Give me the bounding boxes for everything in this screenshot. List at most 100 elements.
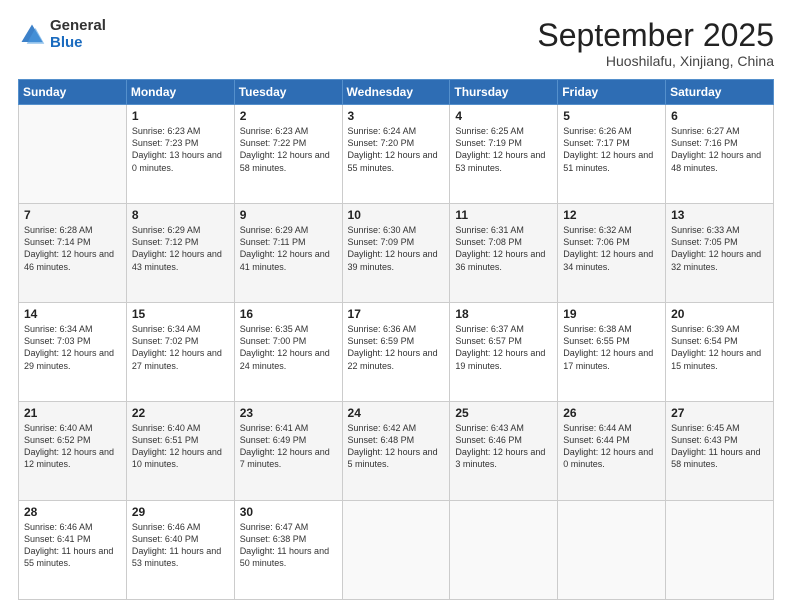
- cell-info: Sunrise: 6:46 AMSunset: 6:41 PMDaylight:…: [24, 521, 121, 570]
- day-number: 8: [132, 208, 229, 222]
- cell-info: Sunrise: 6:42 AMSunset: 6:48 PMDaylight:…: [348, 422, 445, 471]
- cell-info: Sunrise: 6:43 AMSunset: 6:46 PMDaylight:…: [455, 422, 552, 471]
- calendar-cell: 6 Sunrise: 6:27 AMSunset: 7:16 PMDaylight…: [666, 105, 774, 204]
- day-number: 15: [132, 307, 229, 321]
- logo-icon: [18, 21, 46, 49]
- title-block: September 2025 Huoshilafu, Xinjiang, Chi…: [537, 18, 774, 69]
- day-number: 7: [24, 208, 121, 222]
- calendar-cell: 30Sunrise: 6:47 AMSunset: 6:38 PMDayligh…: [234, 501, 342, 600]
- calendar-cell: 1 Sunrise: 6:23 AMSunset: 7:23 PMDaylight…: [126, 105, 234, 204]
- day-header-thursday: Thursday: [450, 80, 558, 105]
- calendar-cell: 18Sunrise: 6:37 AMSunset: 6:57 PMDayligh…: [450, 303, 558, 402]
- calendar-cell: 20 Sunrise: 6:39 AMSunset: 6:54 PMDayligh…: [666, 303, 774, 402]
- calendar-cell: [450, 501, 558, 600]
- day-number: 9: [240, 208, 337, 222]
- day-number: 26: [563, 406, 660, 420]
- calendar-cell: 29Sunrise: 6:46 AMSunset: 6:40 PMDayligh…: [126, 501, 234, 600]
- cell-info: Sunrise: 6:25 AMSunset: 7:19 PMDaylight:…: [455, 125, 552, 174]
- cell-info: Sunrise: 6:34 AMSunset: 7:03 PMDaylight:…: [24, 323, 121, 372]
- day-number: 14: [24, 307, 121, 321]
- day-number: 10: [348, 208, 445, 222]
- logo: General Blue: [18, 18, 106, 51]
- cell-info: Sunrise: 6:26 AMSunset: 7:17 PMDaylight:…: [563, 125, 660, 174]
- location-subtitle: Huoshilafu, Xinjiang, China: [537, 53, 774, 69]
- cell-info: Sunrise: 6:29 AMSunset: 7:11 PMDaylight:…: [240, 224, 337, 273]
- day-header-friday: Friday: [558, 80, 666, 105]
- cell-info: Sunrise: 6:40 AMSunset: 6:52 PMDaylight:…: [24, 422, 121, 471]
- cell-info: Sunrise: 6:32 AMSunset: 7:06 PMDaylight:…: [563, 224, 660, 273]
- calendar-cell: [558, 501, 666, 600]
- calendar-table: SundayMondayTuesdayWednesdayThursdayFrid…: [18, 79, 774, 600]
- cell-info: Sunrise: 6:45 AMSunset: 6:43 PMDaylight:…: [671, 422, 768, 471]
- page: General Blue September 2025 Huoshilafu, …: [0, 0, 792, 612]
- day-header-monday: Monday: [126, 80, 234, 105]
- cell-info: Sunrise: 6:40 AMSunset: 6:51 PMDaylight:…: [132, 422, 229, 471]
- day-number: 24: [348, 406, 445, 420]
- day-number: 23: [240, 406, 337, 420]
- calendar-cell: 9 Sunrise: 6:29 AMSunset: 7:11 PMDaylight…: [234, 204, 342, 303]
- cell-info: Sunrise: 6:34 AMSunset: 7:02 PMDaylight:…: [132, 323, 229, 372]
- cell-info: Sunrise: 6:29 AMSunset: 7:12 PMDaylight:…: [132, 224, 229, 273]
- cell-info: Sunrise: 6:24 AMSunset: 7:20 PMDaylight:…: [348, 125, 445, 174]
- calendar-cell: 4 Sunrise: 6:25 AMSunset: 7:19 PMDaylight…: [450, 105, 558, 204]
- cell-info: Sunrise: 6:44 AMSunset: 6:44 PMDaylight:…: [563, 422, 660, 471]
- day-number: 27: [671, 406, 768, 420]
- calendar-cell: 3 Sunrise: 6:24 AMSunset: 7:20 PMDaylight…: [342, 105, 450, 204]
- calendar-cell: 21 Sunrise: 6:40 AMSunset: 6:52 PMDayligh…: [19, 402, 127, 501]
- calendar-cell: 14 Sunrise: 6:34 AMSunset: 7:03 PMDayligh…: [19, 303, 127, 402]
- cell-info: Sunrise: 6:39 AMSunset: 6:54 PMDaylight:…: [671, 323, 768, 372]
- month-title: September 2025: [537, 18, 774, 53]
- calendar-cell: 23 Sunrise: 6:41 AMSunset: 6:49 PMDayligh…: [234, 402, 342, 501]
- day-number: 16: [240, 307, 337, 321]
- calendar-week-2: 7 Sunrise: 6:28 AMSunset: 7:14 PMDaylight…: [19, 204, 774, 303]
- day-number: 11: [455, 208, 552, 222]
- cell-info: Sunrise: 6:46 AMSunset: 6:40 PMDaylight:…: [132, 521, 229, 570]
- calendar-cell: [342, 501, 450, 600]
- cell-info: Sunrise: 6:30 AMSunset: 7:09 PMDaylight:…: [348, 224, 445, 273]
- day-number: 4: [455, 109, 552, 123]
- calendar-cell: 13Sunrise: 6:33 AMSunset: 7:05 PMDayligh…: [666, 204, 774, 303]
- cell-info: Sunrise: 6:23 AMSunset: 7:22 PMDaylight:…: [240, 125, 337, 174]
- calendar-cell: 7 Sunrise: 6:28 AMSunset: 7:14 PMDaylight…: [19, 204, 127, 303]
- day-number: 20: [671, 307, 768, 321]
- day-number: 12: [563, 208, 660, 222]
- day-number: 5: [563, 109, 660, 123]
- cell-info: Sunrise: 6:28 AMSunset: 7:14 PMDaylight:…: [24, 224, 121, 273]
- logo-general-label: General: [50, 18, 106, 35]
- header: General Blue September 2025 Huoshilafu, …: [18, 18, 774, 69]
- day-header-wednesday: Wednesday: [342, 80, 450, 105]
- day-header-row: SundayMondayTuesdayWednesdayThursdayFrid…: [19, 80, 774, 105]
- day-number: 17: [348, 307, 445, 321]
- calendar-cell: 27 Sunrise: 6:45 AMSunset: 6:43 PMDayligh…: [666, 402, 774, 501]
- calendar-cell: 22Sunrise: 6:40 AMSunset: 6:51 PMDayligh…: [126, 402, 234, 501]
- calendar-cell: 2Sunrise: 6:23 AMSunset: 7:22 PMDaylight…: [234, 105, 342, 204]
- calendar-cell: 15 Sunrise: 6:34 AMSunset: 7:02 PMDayligh…: [126, 303, 234, 402]
- day-header-tuesday: Tuesday: [234, 80, 342, 105]
- calendar-week-3: 14 Sunrise: 6:34 AMSunset: 7:03 PMDayligh…: [19, 303, 774, 402]
- cell-info: Sunrise: 6:33 AMSunset: 7:05 PMDaylight:…: [671, 224, 768, 273]
- day-header-sunday: Sunday: [19, 80, 127, 105]
- day-number: 21: [24, 406, 121, 420]
- day-number: 3: [348, 109, 445, 123]
- calendar-cell: 10 Sunrise: 6:30 AMSunset: 7:09 PMDayligh…: [342, 204, 450, 303]
- calendar-header: SundayMondayTuesdayWednesdayThursdayFrid…: [19, 80, 774, 105]
- day-number: 30: [240, 505, 337, 519]
- calendar-body: 1 Sunrise: 6:23 AMSunset: 7:23 PMDaylight…: [19, 105, 774, 600]
- calendar-cell: 11 Sunrise: 6:31 AMSunset: 7:08 PMDayligh…: [450, 204, 558, 303]
- cell-info: Sunrise: 6:31 AMSunset: 7:08 PMDaylight:…: [455, 224, 552, 273]
- logo-blue-label: Blue: [50, 35, 106, 52]
- day-number: 1: [132, 109, 229, 123]
- day-number: 19: [563, 307, 660, 321]
- calendar-cell: 12 Sunrise: 6:32 AMSunset: 7:06 PMDayligh…: [558, 204, 666, 303]
- calendar-cell: 5 Sunrise: 6:26 AMSunset: 7:17 PMDaylight…: [558, 105, 666, 204]
- calendar-week-5: 28Sunrise: 6:46 AMSunset: 6:41 PMDayligh…: [19, 501, 774, 600]
- cell-info: Sunrise: 6:41 AMSunset: 6:49 PMDaylight:…: [240, 422, 337, 471]
- cell-info: Sunrise: 6:23 AMSunset: 7:23 PMDaylight:…: [132, 125, 229, 174]
- cell-info: Sunrise: 6:35 AMSunset: 7:00 PMDaylight:…: [240, 323, 337, 372]
- day-number: 6: [671, 109, 768, 123]
- cell-info: Sunrise: 6:38 AMSunset: 6:55 PMDaylight:…: [563, 323, 660, 372]
- calendar-cell: 24 Sunrise: 6:42 AMSunset: 6:48 PMDayligh…: [342, 402, 450, 501]
- cell-info: Sunrise: 6:27 AMSunset: 7:16 PMDaylight:…: [671, 125, 768, 174]
- logo-text: General Blue: [50, 18, 106, 51]
- calendar-cell: 28Sunrise: 6:46 AMSunset: 6:41 PMDayligh…: [19, 501, 127, 600]
